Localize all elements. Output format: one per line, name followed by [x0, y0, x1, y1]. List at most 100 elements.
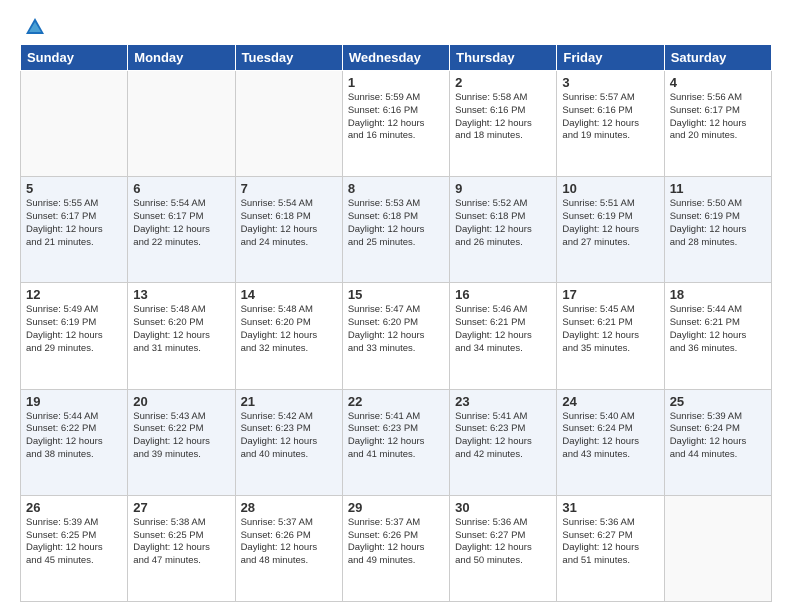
day-info: Sunrise: 5:59 AM Sunset: 6:16 PM Dayligh…: [348, 92, 444, 143]
day-info: Sunrise: 5:41 AM Sunset: 6:23 PM Dayligh…: [348, 411, 444, 462]
weekday-saturday: Saturday: [664, 45, 771, 71]
logo: [20, 16, 46, 34]
day-number: 15: [348, 287, 444, 302]
day-number: 9: [455, 181, 551, 196]
weekday-monday: Monday: [128, 45, 235, 71]
day-number: 22: [348, 394, 444, 409]
calendar-cell: 12 Sunrise: 5:49 AM Sunset: 6:19 PM Dayli…: [21, 283, 128, 389]
calendar: SundayMondayTuesdayWednesdayThursdayFrid…: [20, 44, 772, 602]
calendar-cell: 8Sunrise: 5:53 AM Sunset: 6:18 PM Daylig…: [342, 177, 449, 283]
page: SundayMondayTuesdayWednesdayThursdayFrid…: [0, 0, 792, 612]
calendar-cell: [664, 495, 771, 601]
calendar-cell: 1 Sunrise: 5:59 AM Sunset: 6:16 PM Daylig…: [342, 71, 449, 177]
day-number: 27: [133, 500, 229, 515]
day-info: Sunrise: 5:46 AM Sunset: 6:21 PM Dayligh…: [455, 304, 551, 355]
calendar-cell: 23Sunrise: 5:41 AM Sunset: 6:23 PM Dayli…: [450, 389, 557, 495]
day-info: Sunrise: 5:38 AM Sunset: 6:25 PM Dayligh…: [133, 517, 229, 568]
calendar-cell: 6 Sunrise: 5:54 AM Sunset: 6:17 PM Daylig…: [128, 177, 235, 283]
day-info: Sunrise: 5:50 AM Sunset: 6:19 PM Dayligh…: [670, 198, 766, 249]
day-number: 1: [348, 75, 444, 90]
day-info: Sunrise: 5:44 AM Sunset: 6:22 PM Dayligh…: [26, 411, 122, 462]
calendar-cell: 13 Sunrise: 5:48 AM Sunset: 6:20 PM Dayli…: [128, 283, 235, 389]
day-number: 31: [562, 500, 658, 515]
calendar-cell: 21 Sunrise: 5:42 AM Sunset: 6:23 PM Dayli…: [235, 389, 342, 495]
calendar-cell: 19 Sunrise: 5:44 AM Sunset: 6:22 PM Dayli…: [21, 389, 128, 495]
calendar-cell: 5 Sunrise: 5:55 AM Sunset: 6:17 PM Daylig…: [21, 177, 128, 283]
day-number: 16: [455, 287, 551, 302]
day-info: Sunrise: 5:44 AM Sunset: 6:21 PM Dayligh…: [670, 304, 766, 355]
calendar-cell: 25 Sunrise: 5:39 AM Sunset: 6:24 PM Dayli…: [664, 389, 771, 495]
weekday-wednesday: Wednesday: [342, 45, 449, 71]
calendar-body: 1 Sunrise: 5:59 AM Sunset: 6:16 PM Daylig…: [21, 71, 772, 602]
day-info: Sunrise: 5:51 AM Sunset: 6:19 PM Dayligh…: [562, 198, 658, 249]
day-number: 30: [455, 500, 551, 515]
calendar-cell: 11 Sunrise: 5:50 AM Sunset: 6:19 PM Dayli…: [664, 177, 771, 283]
calendar-cell: 31 Sunrise: 5:36 AM Sunset: 6:27 PM Dayli…: [557, 495, 664, 601]
day-number: 7: [241, 181, 337, 196]
calendar-cell: 29 Sunrise: 5:37 AM Sunset: 6:26 PM Dayli…: [342, 495, 449, 601]
day-number: 24: [562, 394, 658, 409]
day-number: 14: [241, 287, 337, 302]
calendar-cell: [235, 71, 342, 177]
calendar-cell: 30Sunrise: 5:36 AM Sunset: 6:27 PM Dayli…: [450, 495, 557, 601]
day-info: Sunrise: 5:37 AM Sunset: 6:26 PM Dayligh…: [241, 517, 337, 568]
calendar-cell: 17Sunrise: 5:45 AM Sunset: 6:21 PM Dayli…: [557, 283, 664, 389]
calendar-cell: 15Sunrise: 5:47 AM Sunset: 6:20 PM Dayli…: [342, 283, 449, 389]
day-number: 13: [133, 287, 229, 302]
calendar-cell: 22 Sunrise: 5:41 AM Sunset: 6:23 PM Dayli…: [342, 389, 449, 495]
day-number: 18: [670, 287, 766, 302]
day-number: 21: [241, 394, 337, 409]
day-number: 23: [455, 394, 551, 409]
calendar-week-1: 1 Sunrise: 5:59 AM Sunset: 6:16 PM Daylig…: [21, 71, 772, 177]
calendar-cell: 7 Sunrise: 5:54 AM Sunset: 6:18 PM Daylig…: [235, 177, 342, 283]
calendar-cell: 2 Sunrise: 5:58 AM Sunset: 6:16 PM Daylig…: [450, 71, 557, 177]
logo-icon: [24, 16, 46, 38]
day-info: Sunrise: 5:48 AM Sunset: 6:20 PM Dayligh…: [241, 304, 337, 355]
calendar-cell: [128, 71, 235, 177]
calendar-cell: 14 Sunrise: 5:48 AM Sunset: 6:20 PM Dayli…: [235, 283, 342, 389]
calendar-cell: 20Sunrise: 5:43 AM Sunset: 6:22 PM Dayli…: [128, 389, 235, 495]
day-info: Sunrise: 5:39 AM Sunset: 6:24 PM Dayligh…: [670, 411, 766, 462]
calendar-cell: 3Sunrise: 5:57 AM Sunset: 6:16 PM Daylig…: [557, 71, 664, 177]
weekday-tuesday: Tuesday: [235, 45, 342, 71]
weekday-thursday: Thursday: [450, 45, 557, 71]
calendar-cell: 28 Sunrise: 5:37 AM Sunset: 6:26 PM Dayli…: [235, 495, 342, 601]
day-number: 5: [26, 181, 122, 196]
day-number: 11: [670, 181, 766, 196]
day-number: 6: [133, 181, 229, 196]
calendar-week-5: 26Sunrise: 5:39 AM Sunset: 6:25 PM Dayli…: [21, 495, 772, 601]
day-info: Sunrise: 5:55 AM Sunset: 6:17 PM Dayligh…: [26, 198, 122, 249]
header: [20, 16, 772, 34]
calendar-cell: 4Sunrise: 5:56 AM Sunset: 6:17 PM Daylig…: [664, 71, 771, 177]
calendar-cell: 26Sunrise: 5:39 AM Sunset: 6:25 PM Dayli…: [21, 495, 128, 601]
calendar-cell: 24Sunrise: 5:40 AM Sunset: 6:24 PM Dayli…: [557, 389, 664, 495]
day-number: 10: [562, 181, 658, 196]
calendar-cell: 18 Sunrise: 5:44 AM Sunset: 6:21 PM Dayli…: [664, 283, 771, 389]
day-number: 19: [26, 394, 122, 409]
day-info: Sunrise: 5:37 AM Sunset: 6:26 PM Dayligh…: [348, 517, 444, 568]
day-info: Sunrise: 5:54 AM Sunset: 6:18 PM Dayligh…: [241, 198, 337, 249]
day-info: Sunrise: 5:49 AM Sunset: 6:19 PM Dayligh…: [26, 304, 122, 355]
calendar-cell: 10 Sunrise: 5:51 AM Sunset: 6:19 PM Dayli…: [557, 177, 664, 283]
day-number: 8: [348, 181, 444, 196]
day-number: 29: [348, 500, 444, 515]
day-info: Sunrise: 5:58 AM Sunset: 6:16 PM Dayligh…: [455, 92, 551, 143]
day-info: Sunrise: 5:52 AM Sunset: 6:18 PM Dayligh…: [455, 198, 551, 249]
day-number: 28: [241, 500, 337, 515]
day-number: 4: [670, 75, 766, 90]
day-number: 26: [26, 500, 122, 515]
day-info: Sunrise: 5:54 AM Sunset: 6:17 PM Dayligh…: [133, 198, 229, 249]
calendar-cell: 9 Sunrise: 5:52 AM Sunset: 6:18 PM Daylig…: [450, 177, 557, 283]
calendar-cell: 16 Sunrise: 5:46 AM Sunset: 6:21 PM Dayli…: [450, 283, 557, 389]
day-number: 2: [455, 75, 551, 90]
calendar-week-2: 5 Sunrise: 5:55 AM Sunset: 6:17 PM Daylig…: [21, 177, 772, 283]
calendar-week-3: 12 Sunrise: 5:49 AM Sunset: 6:19 PM Dayli…: [21, 283, 772, 389]
day-info: Sunrise: 5:48 AM Sunset: 6:20 PM Dayligh…: [133, 304, 229, 355]
day-number: 12: [26, 287, 122, 302]
calendar-week-4: 19 Sunrise: 5:44 AM Sunset: 6:22 PM Dayli…: [21, 389, 772, 495]
weekday-sunday: Sunday: [21, 45, 128, 71]
day-info: Sunrise: 5:36 AM Sunset: 6:27 PM Dayligh…: [562, 517, 658, 568]
day-number: 3: [562, 75, 658, 90]
day-number: 25: [670, 394, 766, 409]
day-info: Sunrise: 5:42 AM Sunset: 6:23 PM Dayligh…: [241, 411, 337, 462]
